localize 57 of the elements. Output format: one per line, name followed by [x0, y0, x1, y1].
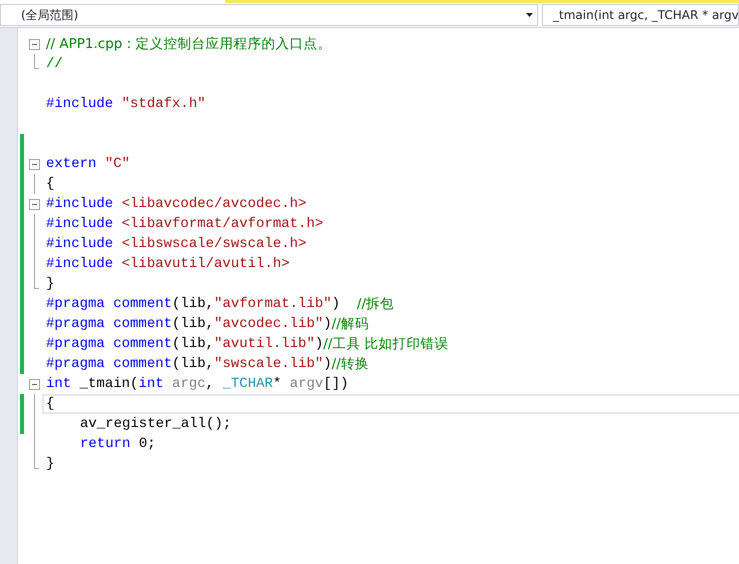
member-dropdown[interactable]: _tmain(int argc, _TCHAR * argv: [542, 4, 739, 26]
code-token: }: [46, 274, 54, 294]
code-token: argv: [288, 374, 324, 394]
code-token: "avcodec.lib": [214, 314, 324, 334]
code-token: "swscale.lib": [214, 354, 324, 374]
code-token: #pragma comment: [46, 334, 172, 354]
code-token: *: [272, 374, 282, 394]
collapse-icon[interactable]: [29, 39, 40, 50]
code-token: ): [323, 354, 332, 374]
code-token: (lib,: [172, 294, 214, 314]
code-token: #pragma comment: [46, 314, 172, 334]
code-token: <libswscale/swscale.h>: [120, 234, 306, 254]
code-token: ): [332, 294, 342, 314]
code-token: "stdafx.h": [120, 94, 206, 114]
code-token: <libavutil/avutil.h>: [120, 254, 290, 274]
code-token: //转换: [332, 354, 369, 374]
code-token: //工具 比如打印错误: [323, 334, 449, 354]
code-token: <libavcodec/avcodec.h>: [120, 194, 306, 214]
code-token: }: [46, 454, 54, 474]
collapse-icon[interactable]: [29, 199, 40, 210]
code-token: "C": [104, 154, 130, 174]
code-token: #include: [46, 254, 114, 274]
code-token: "avutil.lib": [214, 334, 315, 354]
code-token: #include: [46, 94, 114, 114]
code-token: #pragma comment: [46, 354, 172, 374]
code-token: //解码: [332, 314, 369, 334]
code-token: extern: [46, 154, 96, 174]
collapse-icon[interactable]: [29, 159, 40, 170]
code-token: int: [138, 374, 164, 394]
code-token: //: [46, 54, 63, 74]
code-token: (lib,: [172, 334, 214, 354]
code-token: // APP1.cpp : 定义控制台应用程序的入口点。: [46, 34, 332, 54]
code-token: ): [323, 314, 332, 334]
code-token: #include: [46, 234, 114, 254]
code-token: (lib,: [172, 354, 214, 374]
code-token: av_register_all();: [80, 414, 232, 434]
code-token: 0;: [138, 434, 156, 454]
code-token: #include: [46, 214, 114, 234]
code-token: ,: [206, 374, 216, 394]
caret-icon: [526, 13, 533, 17]
collapse-icon[interactable]: [29, 379, 40, 390]
code-token: //拆包: [356, 294, 394, 314]
code-token: return: [80, 434, 130, 454]
code-token: <libavformat/avformat.h>: [120, 214, 324, 234]
code-token: (lib,: [172, 314, 214, 334]
code-token: #pragma comment: [46, 294, 172, 314]
code-token: _tmain(: [78, 374, 138, 394]
scope-dropdown[interactable]: (全局范围): [0, 4, 538, 26]
code-token: int: [46, 374, 72, 394]
code-token: _TCHAR: [222, 374, 273, 394]
code-token: "avformat.lib": [214, 294, 332, 314]
code-token: #include: [46, 194, 114, 214]
code-token: []): [323, 374, 349, 394]
code-token: {: [46, 394, 54, 414]
code-token: ): [314, 334, 324, 354]
code-token: {: [46, 174, 54, 194]
code-token: argc: [171, 374, 206, 394]
